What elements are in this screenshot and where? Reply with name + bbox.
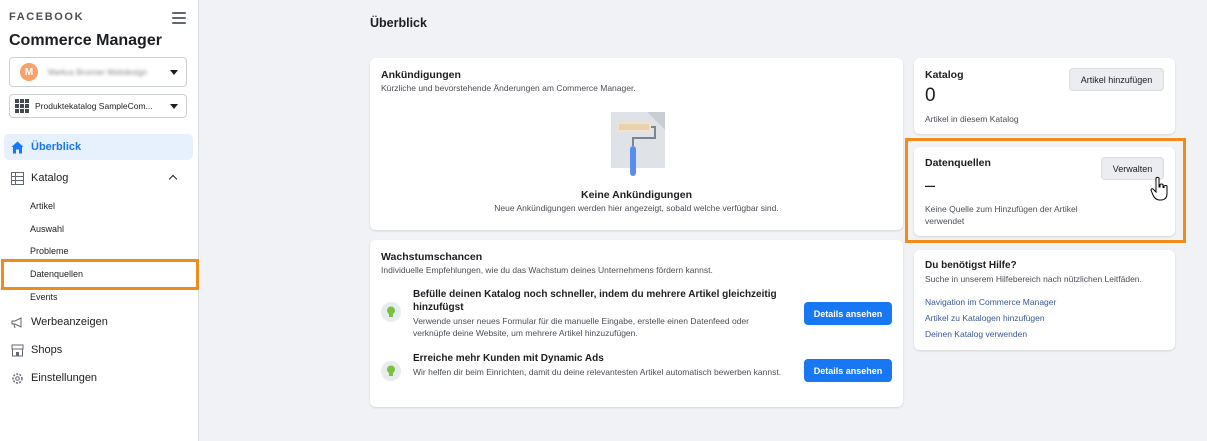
growth-item-desc: Wir helfen dir beim Einrichten, damit du… <box>413 367 782 377</box>
announcements-title: Ankündigungen <box>381 69 461 81</box>
lightbulb-icon <box>381 361 401 381</box>
paint-roller-illustration <box>607 112 667 176</box>
details-button[interactable]: Details ansehen <box>804 302 892 325</box>
catalog-select[interactable]: Produktekatalog SampleCom... <box>9 94 187 118</box>
details-button[interactable]: Details ansehen <box>804 359 892 382</box>
gear-icon <box>10 371 24 385</box>
nav-catalog[interactable]: Katalog <box>4 165 193 191</box>
facebook-brand: FACEBOOK <box>9 11 85 23</box>
business-select[interactable]: M Markus Brunner Webdesign <box>9 57 187 87</box>
nav-catalog-label: Katalog <box>31 172 69 184</box>
nav-ads-label: Werbeanzeigen <box>31 316 108 328</box>
caret-down-icon <box>170 104 178 109</box>
announcements-empty-subtitle: Neue Ankündigungen werden hier angezeigt… <box>494 203 779 213</box>
highlight-box <box>1 259 199 290</box>
help-link[interactable]: Artikel zu Katalogen hinzufügen <box>925 313 1045 323</box>
help-title: Du benötigst Hilfe? <box>925 260 1017 271</box>
growth-subtitle: Individuelle Empfehlungen, wie du das Wa… <box>381 265 713 275</box>
business-name: Markus Brunner Webdesign <box>48 67 148 77</box>
nav-overview[interactable]: Überblick <box>4 134 193 160</box>
announcements-subtitle: Kürzliche und bevorstehende Änderungen a… <box>381 83 636 93</box>
announcements-empty-title: Keine Ankündigungen <box>580 189 693 201</box>
growth-item-title: Erreiche mehr Kunden mit Dynamic Ads <box>413 353 604 364</box>
menu-icon[interactable] <box>172 12 186 24</box>
hand-cursor-icon <box>1150 176 1170 202</box>
sidebar: FACEBOOK Commerce Manager M Markus Brunn… <box>0 0 199 441</box>
megaphone-icon <box>10 315 24 329</box>
caret-down-icon <box>170 70 178 75</box>
catalog-caption: Artikel in diesem Katalog <box>925 114 1019 124</box>
app-title: Commerce Manager <box>9 32 162 49</box>
help-subtitle: Suche in unserem Hilfebereich nach nützl… <box>925 274 1142 284</box>
catalog-card-title: Katalog <box>925 69 964 81</box>
catalog-card: Katalog 0 Artikel in diesem Katalog Arti… <box>914 58 1175 134</box>
nav-settings[interactable]: Einstellungen <box>4 365 193 391</box>
nav-sub-auswahl[interactable]: Auswahl <box>30 224 64 234</box>
growth-title: Wachstumschancen <box>381 251 483 263</box>
catalog-name: Produktekatalog SampleCom... <box>35 101 153 111</box>
help-link[interactable]: Navigation im Commerce Manager <box>925 297 1056 307</box>
growth-item-title: Befülle deinen Katalog noch schneller, i… <box>413 289 777 313</box>
nav-overview-label: Überblick <box>31 141 82 153</box>
help-card: Du benötigst Hilfe? Suche in unserem Hil… <box>914 250 1175 350</box>
nav-sub-events[interactable]: Events <box>30 292 58 302</box>
catalog-grid-icon <box>15 99 29 113</box>
add-items-button[interactable]: Artikel hinzufügen <box>1069 68 1164 91</box>
home-icon <box>10 140 24 154</box>
nav-ads[interactable]: Werbeanzeigen <box>4 309 193 335</box>
nav-sub-probleme[interactable]: Probleme <box>30 246 69 256</box>
avatar: M <box>20 63 38 81</box>
highlight-box <box>905 138 1186 243</box>
nav-settings-label: Einstellungen <box>31 372 98 384</box>
growth-item-desc: Verwende unser neues Formular für die ma… <box>413 316 749 338</box>
catalog-count: 0 <box>925 85 936 106</box>
shop-icon <box>10 343 24 357</box>
catalog-icon <box>10 171 24 185</box>
nav-sub-artikel[interactable]: Artikel <box>30 201 55 211</box>
nav-shops-label: Shops <box>31 344 63 356</box>
page-title: Überblick <box>370 16 427 30</box>
help-link[interactable]: Deinen Katalog verwenden <box>925 329 1027 339</box>
nav-shops[interactable]: Shops <box>4 337 193 363</box>
lightbulb-icon <box>381 302 401 322</box>
announcements-card: Ankündigungen Kürzliche und bevorstehend… <box>370 58 903 230</box>
growth-card: Wachstumschancen Individuelle Empfehlung… <box>370 240 903 407</box>
